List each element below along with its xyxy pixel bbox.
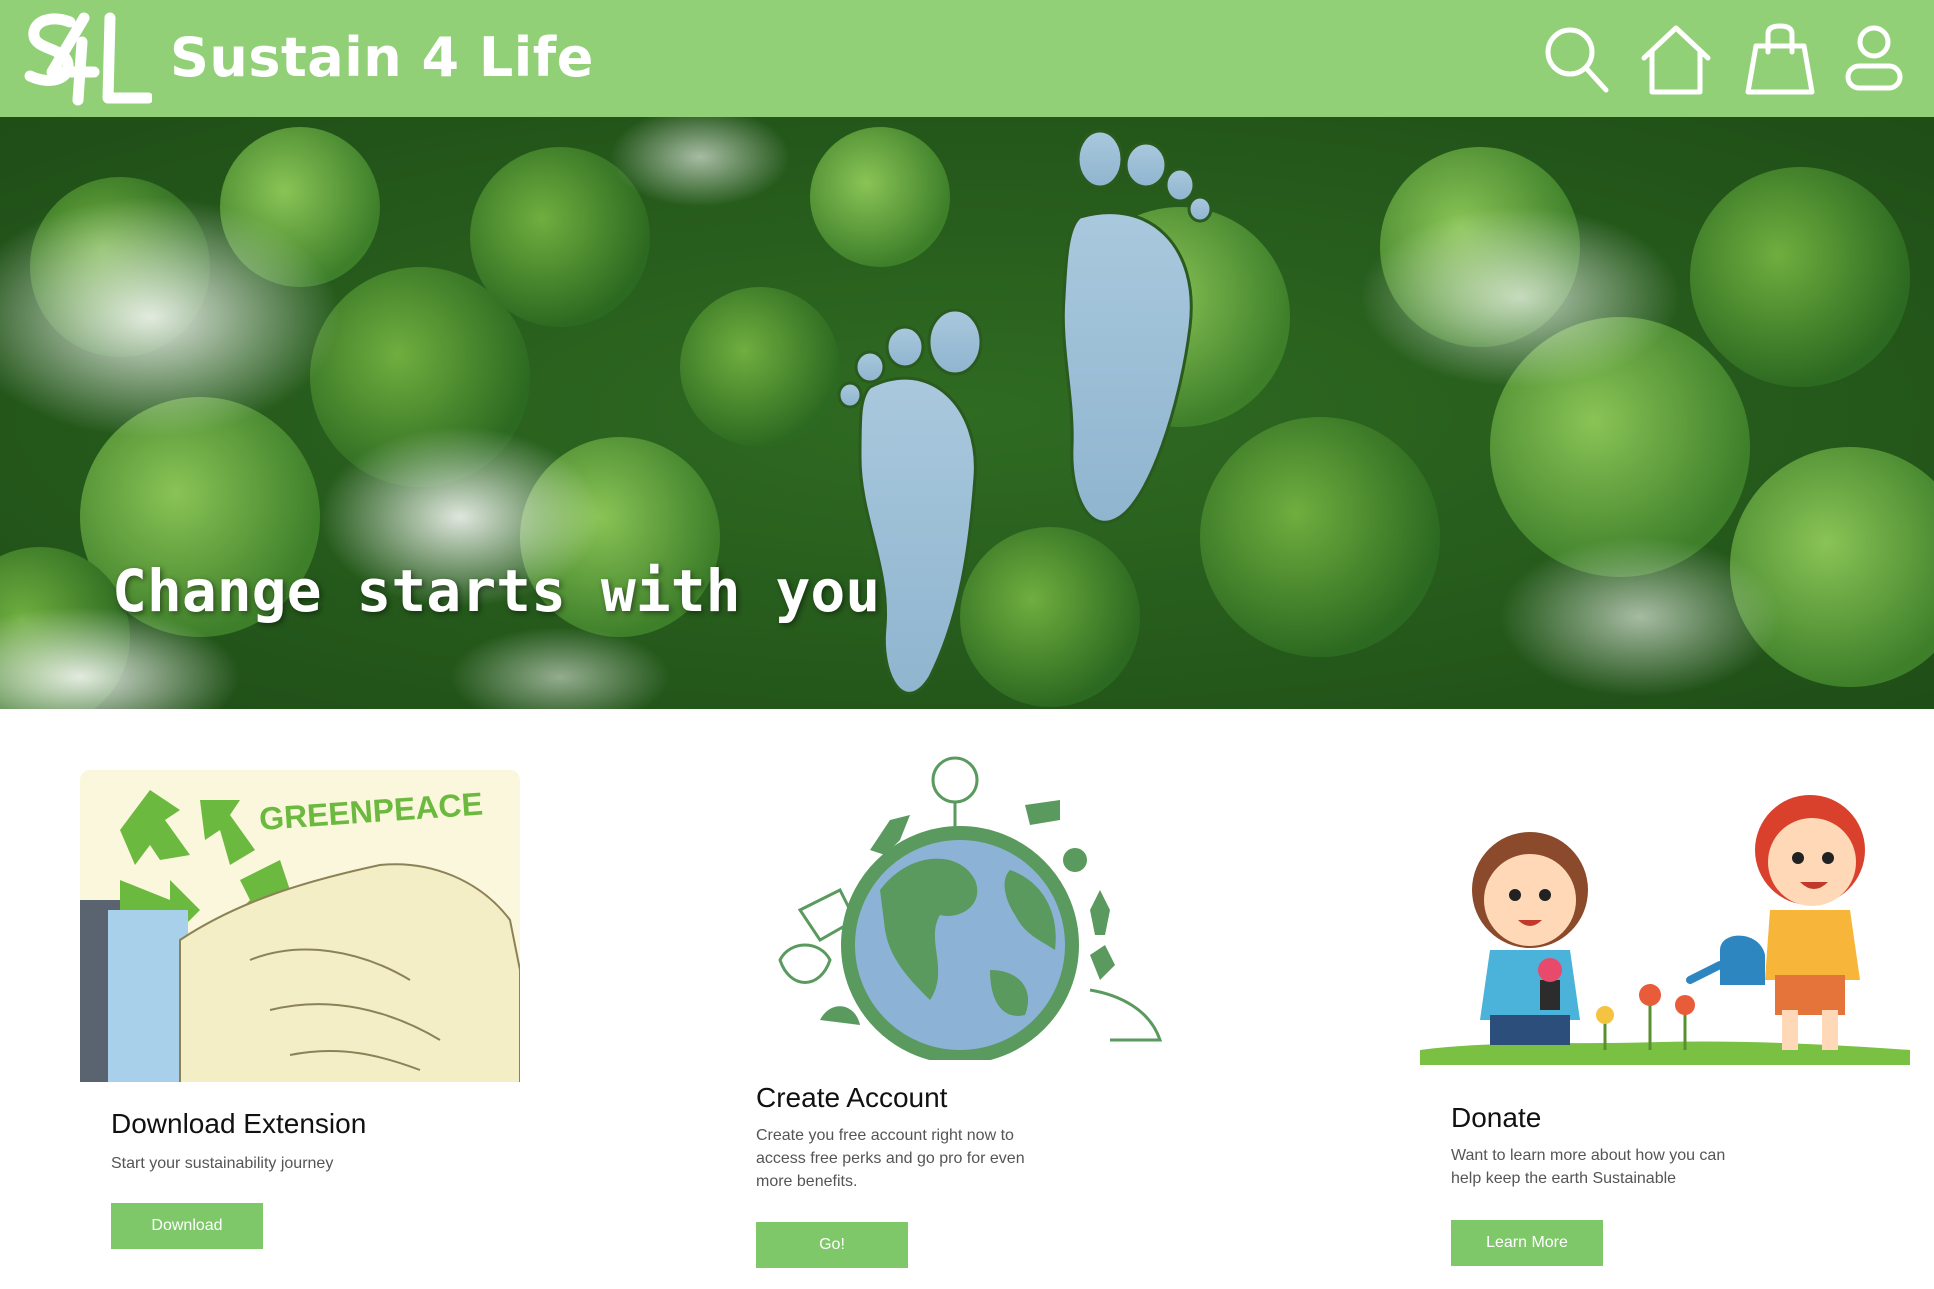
card-description: Want to learn more about how you can hel…	[1451, 1147, 1726, 1187]
kids-planting-image	[1420, 795, 1910, 1092]
download-button[interactable]: Download	[111, 1203, 263, 1249]
top-nav-bar: Sustain 4 Life	[0, 0, 1934, 117]
search-icon[interactable]	[1540, 22, 1616, 98]
s4l-logo[interactable]	[22, 12, 152, 110]
go-button[interactable]: Go!	[756, 1222, 908, 1268]
card-description: Start your sustainability journey	[111, 1155, 334, 1172]
earth-globe-image	[778, 756, 1163, 1060]
shopping-bag-icon[interactable]	[1742, 22, 1818, 98]
user-icon[interactable]	[1836, 22, 1912, 98]
card-title: Download Extension	[111, 1108, 367, 1139]
greenpeace-handshake-image: GREENPEACE	[80, 770, 520, 1096]
card-title: Create Account	[756, 1082, 948, 1113]
brand-title: Sustain 4 Life	[170, 26, 594, 89]
card-description: Create you free account right now to acc…	[756, 1127, 1025, 1190]
home-icon[interactable]	[1638, 22, 1714, 98]
learn-more-button[interactable]: Learn More	[1451, 1220, 1603, 1266]
card-title: Donate	[1451, 1102, 1542, 1133]
hero-headline: Change starts with you	[112, 557, 881, 625]
hero-banner: Change starts with you	[0, 117, 1934, 709]
